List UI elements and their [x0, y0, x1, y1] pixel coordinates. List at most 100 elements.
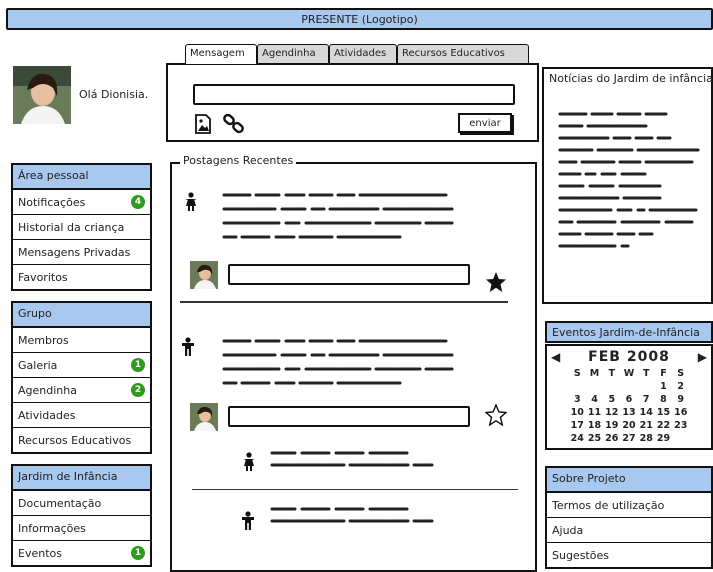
calendar-day[interactable]: 5: [603, 393, 620, 406]
calendar-day[interactable]: 4: [586, 393, 603, 406]
calendar-day[interactable]: 16: [672, 406, 689, 419]
post-text-scribble: [222, 339, 454, 385]
calendar-day[interactable]: 26: [603, 432, 620, 445]
sidebar-item-label: Notificações: [18, 195, 86, 209]
child-boy-icon: [180, 337, 196, 360]
calendar-day: [672, 432, 689, 445]
about-project-panel: Sobre Projeto Termos de utilização Ajuda…: [545, 466, 713, 569]
calendar-day[interactable]: 11: [586, 406, 603, 419]
news-title: Notícias do Jardim de infância: [549, 72, 713, 85]
calendar-day[interactable]: 25: [586, 432, 603, 445]
link-label: Ajuda: [552, 523, 584, 537]
suggestions-link[interactable]: Sugestões: [547, 542, 711, 567]
calendar-day[interactable]: 8: [655, 393, 672, 406]
user-greeting: Olá Dionisia.: [79, 88, 149, 101]
sidebar-item-label: Informações: [18, 521, 86, 535]
calendar-month-label: FEB 2008: [588, 349, 670, 365]
sidebar-item-agendinha[interactable]: Agendinha 2: [13, 377, 150, 402]
commenter-avatar: [190, 403, 218, 434]
next-month-arrow-icon[interactable]: ▶: [698, 350, 707, 364]
tab-recursos-educativos[interactable]: Recursos Educativos: [397, 44, 529, 64]
calendar-day: [620, 380, 637, 393]
comment-input[interactable]: [228, 264, 470, 285]
calendar-day[interactable]: 6: [620, 393, 637, 406]
image-icon[interactable]: [194, 114, 212, 137]
link-label: Sugestões: [552, 548, 609, 562]
calendar-day[interactable]: 14: [638, 406, 655, 419]
news-text-scribble: [558, 112, 700, 248]
calendar-weekday: T: [642, 368, 650, 379]
calendar-day[interactable]: 10: [569, 406, 586, 419]
tab-mensagem[interactable]: Mensagem: [185, 44, 257, 64]
calendar-weekday: M: [589, 368, 600, 379]
commenter-avatar: [190, 261, 218, 292]
sidebar-item-historial[interactable]: Historial da criança: [13, 214, 150, 239]
sidebar-item-notificacoes[interactable]: Notificações 4: [13, 189, 150, 214]
calendar-weekday: S: [677, 368, 685, 379]
events-calendar: ◀ FEB 2008 ▶ SMTWTFS 1 2 3 4 5 6 7 8 9 10 11 12 13 14…: [545, 344, 713, 450]
tab-label: Mensagem: [190, 48, 245, 59]
star-outline-icon[interactable]: [484, 403, 508, 429]
message-input[interactable]: [193, 84, 515, 105]
calendar-day[interactable]: 12: [603, 406, 620, 419]
link-label: Termos de utilização: [552, 498, 665, 512]
prev-month-arrow-icon[interactable]: ◀: [551, 350, 560, 364]
sidebar-header-pessoal: Área pessoal: [13, 165, 150, 189]
calendar-day: [603, 380, 620, 393]
sidebar-item-atividades[interactable]: Atividades: [13, 402, 150, 427]
user-avatar[interactable]: [13, 66, 71, 124]
calendar-day[interactable]: 17: [569, 419, 586, 432]
help-link[interactable]: Ajuda: [547, 517, 711, 542]
calendar-day[interactable]: 9: [672, 393, 689, 406]
calendar-day[interactable]: 23: [672, 419, 689, 432]
sidebar-item-eventos[interactable]: Eventos 1: [13, 540, 150, 565]
calendar-day[interactable]: 13: [620, 406, 637, 419]
sidebar-item-label: Membros: [18, 333, 69, 347]
child-girl-icon: [241, 452, 257, 475]
sidebar-item-favoritos[interactable]: Favoritos: [13, 264, 150, 289]
terms-link[interactable]: Termos de utilização: [547, 492, 711, 517]
calendar-day[interactable]: 3: [569, 393, 586, 406]
sidebar-item-mensagens-privadas[interactable]: Mensagens Privadas: [13, 239, 150, 264]
calendar-day[interactable]: 15: [655, 406, 672, 419]
calendar-day: [638, 380, 655, 393]
calendar-day[interactable]: 20: [620, 419, 637, 432]
calendar-day[interactable]: 19: [603, 419, 620, 432]
star-filled-icon[interactable]: [485, 271, 507, 296]
calendar-day[interactable]: 22: [655, 419, 672, 432]
sidebar-item-documentacao[interactable]: Documentação: [13, 490, 150, 515]
calendar-day[interactable]: 7: [638, 393, 655, 406]
calendar-day[interactable]: 29: [655, 432, 672, 445]
calendar-day[interactable]: 21: [638, 419, 655, 432]
sidebar-item-membros[interactable]: Membros: [13, 327, 150, 352]
app-title: PRESENTE (Logotipo): [301, 12, 418, 26]
sidebar-item-galeria[interactable]: Galeria 1: [13, 352, 150, 377]
sidebar-item-informacoes[interactable]: Informações: [13, 515, 150, 540]
calendar-day[interactable]: 18: [586, 419, 603, 432]
calendar-day[interactable]: 27: [620, 432, 637, 445]
calendar-weekday: F: [660, 368, 667, 379]
reply-divider: [192, 489, 518, 490]
sidebar-item-label: Galeria: [18, 358, 58, 372]
events-header: Eventos Jardim-de-Infância: [545, 321, 713, 343]
app-title-bar: PRESENTE (Logotipo): [6, 8, 713, 30]
sidebar-item-recursos-educativos[interactable]: Recursos Educativos: [13, 427, 150, 452]
tab-agendinha[interactable]: Agendinha: [257, 44, 329, 64]
calendar-day[interactable]: 24: [569, 432, 586, 445]
comment-input[interactable]: [228, 406, 470, 427]
calendar-day: [569, 380, 586, 393]
sidebar-item-label: Eventos: [18, 546, 62, 560]
calendar-day[interactable]: 28: [638, 432, 655, 445]
sidebar-group-jardim: Jardim de Infância Documentação Informaç…: [11, 464, 152, 567]
tab-label: Atividades: [334, 48, 387, 59]
calendar-weekday: S: [573, 368, 581, 379]
sidebar-item-label: Mensagens Privadas: [18, 245, 131, 259]
link-icon[interactable]: [223, 113, 245, 137]
tab-atividades[interactable]: Atividades: [329, 44, 397, 64]
sidebar-header-jardim: Jardim de Infância: [13, 466, 150, 490]
calendar-day[interactable]: 1: [655, 380, 672, 393]
send-button[interactable]: enviar: [458, 113, 512, 133]
post-text-scribble: [222, 193, 454, 239]
calendar-day[interactable]: 2: [672, 380, 689, 393]
sidebar-group-pessoal: Área pessoal Notificações 4 Historial da…: [11, 163, 152, 291]
